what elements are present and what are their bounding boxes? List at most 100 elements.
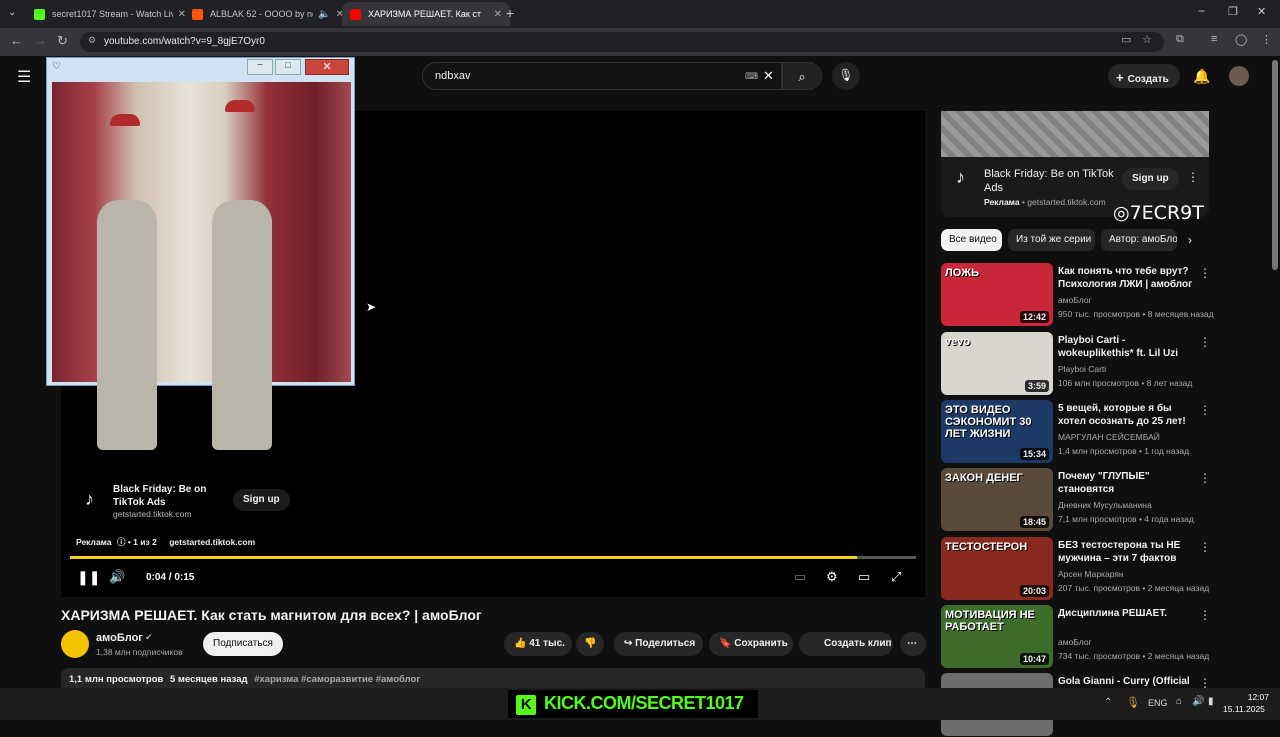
theater-mode-icon[interactable]: ▭ [858,569,870,585]
bookmark-star-icon[interactable]: ☆ [1142,33,1152,46]
keyboard-icon[interactable]: ⌨ [745,71,758,82]
hamburger-menu-icon[interactable]: ☰ [17,67,31,87]
chrome-menu-icon[interactable]: ⋮ [1261,33,1272,46]
popup-close-button[interactable]: ✕ [305,59,349,75]
close-tab-icon[interactable]: ✕ [494,9,502,20]
restore-window-icon[interactable]: ❐ [1228,5,1238,18]
player-ad-signup-button[interactable]: Sign up [233,489,290,511]
minimize-window-icon[interactable]: − [1198,4,1205,18]
popup-maximize-button[interactable]: □ [275,59,301,75]
related-video-channel[interactable]: Арсен Маркарян [1058,569,1124,579]
chip-all-videos[interactable]: Все видео [941,229,1002,251]
related-video-channel[interactable]: амоБлог [1058,295,1092,305]
info-icon[interactable]: ⓘ [117,537,126,547]
related-video-item[interactable]: ТЕСТОСТЕРОН 20:03 БЕЗ тестостерона ты НЕ м… [941,537,1211,601]
avatar[interactable] [1229,66,1249,86]
save-button[interactable]: 🔖 Сохранить [709,632,793,656]
related-video-title[interactable]: 5 вещей, которые я бы хотел осознать до … [1058,402,1194,429]
chip-same-series[interactable]: Из той же серии [1008,229,1095,251]
share-button[interactable]: ↪ Поделиться [614,632,703,656]
tab-youtube[interactable]: ХАРИЗМА РЕШАЕТ. Как ст ✕ [342,2,510,26]
video-thumbnail[interactable]: МОТИВАЦИЯ НЕ РАБОТАЕТ 10:47 [941,605,1053,668]
related-video-title[interactable]: Дисциплина РЕШАЕТ. [1058,607,1194,620]
sidebar-ad-signup-button[interactable]: Sign up [1122,168,1179,190]
subscribe-button[interactable]: Подписаться [203,632,283,656]
related-video-title[interactable]: Playboi Carti - wokeuplikethis* ft. Lil … [1058,334,1194,361]
more-options-icon[interactable]: ⋮ [1199,471,1211,485]
ad-url-link[interactable]: getstarted.tiktok.com [169,537,255,547]
media-controls-icon[interactable]: ≡ [1211,33,1217,45]
tab-search-icon[interactable]: ⌄ [8,7,16,18]
url-field[interactable]: ⚙ youtube.com/watch?v=9_8gjE7Oyr0 [80,32,1164,52]
tab-kick-stream[interactable]: secret1017 Stream - Watch Live ✕ [26,2,194,26]
thumbnail-text: ЗАКОН ДЕНЕГ [945,472,1023,484]
new-tab-icon[interactable]: + [506,5,514,21]
more-options-icon[interactable]: ⋮ [1199,608,1211,622]
related-video-channel[interactable]: Playboi Carti [1058,364,1106,374]
page-scrollbar[interactable] [1272,60,1278,270]
like-button[interactable]: 👍 41 тыс. [504,632,572,656]
related-video-title[interactable]: Gola Gianni - Curry (Official [1058,675,1194,688]
more-options-icon[interactable]: ⋮ [1187,170,1199,184]
fullscreen-icon[interactable]: ⤢ [891,569,901,585]
sidebar-ad-title[interactable]: Black Friday: Be on TikTok Ads [984,167,1114,195]
video-thumbnail[interactable]: ЗАКОН ДЕНЕГ 18:45 [941,468,1053,531]
language-indicator[interactable]: ENG [1148,698,1168,708]
chips-next-icon[interactable]: › [1188,233,1192,247]
video-thumbnail[interactable]: ЭТО ВИДЕО СЭКОНОМИТ 30 ЛЕТ ЖИЗНИ 15:34 [941,400,1053,463]
site-info-icon[interactable]: ⚙ [88,35,96,46]
profile-icon[interactable]: ◯ [1235,33,1247,46]
ad-info-bar: Реклама ⓘ • 1 из 2 getstarted.tiktok.com [76,537,256,547]
volume-icon[interactable]: 🔊 [109,569,125,585]
create-clip-button[interactable]: Создать клип [799,632,893,656]
clock-date[interactable]: 15.11.2025 [1223,704,1265,714]
video-thumbnail[interactable]: vevo 3:59 [941,332,1053,395]
dislike-button[interactable]: 👎 [576,632,604,656]
voice-search-button[interactable]: 🎙 [832,62,860,90]
related-video-channel[interactable]: МАРГУЛАН СЕЙСЕМБАЙ [1058,432,1160,442]
related-video-title[interactable]: Почему "ГЛУПЫЕ" становятся миллионерами?… [1058,470,1194,497]
extensions-icon[interactable]: ⧉ [1176,33,1184,46]
search-input[interactable]: ndbxav ⌨ ✕ [422,62,782,90]
more-options-icon[interactable]: ⋮ [1199,335,1211,349]
browser-tab-bar: ⌄ secret1017 Stream - Watch Live ✕ ALBLA… [0,0,1280,28]
chip-author[interactable]: Автор: амоБлог [1101,229,1177,251]
back-icon[interactable]: ← [10,33,23,48]
related-video-item[interactable]: vevo 3:59 Playboi Carti - wokeuplikethis* … [941,332,1211,396]
settings-gear-icon[interactable]: ⚙ [826,569,838,585]
tab-alblak[interactable]: ALBLAK 52 - OOOO by new 🔈 ✕ [184,2,352,26]
cast-icon[interactable]: ▭ [1121,33,1131,46]
tray-chevron-icon[interactable]: ⌃ [1104,697,1112,708]
related-video-item[interactable]: МОТИВАЦИЯ НЕ РАБОТАЕТ 10:47 Дисциплина РЕШ… [941,605,1211,669]
more-actions-icon[interactable]: ⋯ [900,632,926,656]
clear-search-icon[interactable]: ✕ [763,68,774,84]
video-thumbnail[interactable]: ТЕСТОСТЕРОН 20:03 [941,537,1053,600]
close-window-icon[interactable]: ✕ [1257,5,1266,18]
clock-time[interactable]: 12:07 [1229,692,1269,702]
pause-icon[interactable]: ❚❚ [77,569,100,586]
more-options-icon[interactable]: ⋮ [1199,403,1211,417]
create-button[interactable]: + Создать [1108,64,1180,88]
channel-name[interactable]: амоБлог [96,632,143,644]
hashtags[interactable]: #харизма #саморазвитие #амоблог [254,674,420,685]
related-video-channel[interactable]: амоБлог [1058,637,1092,647]
volume-tray-icon[interactable]: 🔊 [1192,696,1204,707]
forward-icon[interactable]: → [34,33,47,48]
related-video-channel[interactable]: Дневник Мусульманина [1058,500,1152,510]
notifications-bell-icon[interactable]: 🔔 [1193,68,1210,85]
network-icon[interactable]: ⌂ [1176,696,1182,707]
related-video-title[interactable]: Как понять что тебе врут? Психология ЛЖИ… [1058,265,1194,291]
subtitles-icon[interactable]: ▭ [794,569,806,585]
related-video-title[interactable]: БЕЗ тестостерона ты НЕ мужчина – эти 7 ф… [1058,539,1194,566]
reload-icon[interactable]: ↻ [57,33,68,49]
related-video-item[interactable]: ЗАКОН ДЕНЕГ 18:45 Почему "ГЛУПЫЕ" становят… [941,468,1211,532]
search-button[interactable]: ⌕ [782,62,822,90]
channel-avatar[interactable] [61,630,89,658]
related-video-item[interactable]: ЭТО ВИДЕО СЭКОНОМИТ 30 ЛЕТ ЖИЗНИ 15:34 5 в… [941,400,1211,464]
more-options-icon[interactable]: ⋮ [1199,266,1211,280]
related-video-item[interactable]: ЛОЖЬ 12:42 Как понять что тебе врут? Психо… [941,263,1214,327]
more-options-icon[interactable]: ⋮ [1199,540,1211,554]
popup-minimize-button[interactable]: − [247,59,273,75]
video-thumbnail[interactable]: ЛОЖЬ 12:42 [941,263,1053,326]
player-ad-card[interactable]: ♪ Black Friday: Be on TikTok Ads getstar… [83,483,293,523]
